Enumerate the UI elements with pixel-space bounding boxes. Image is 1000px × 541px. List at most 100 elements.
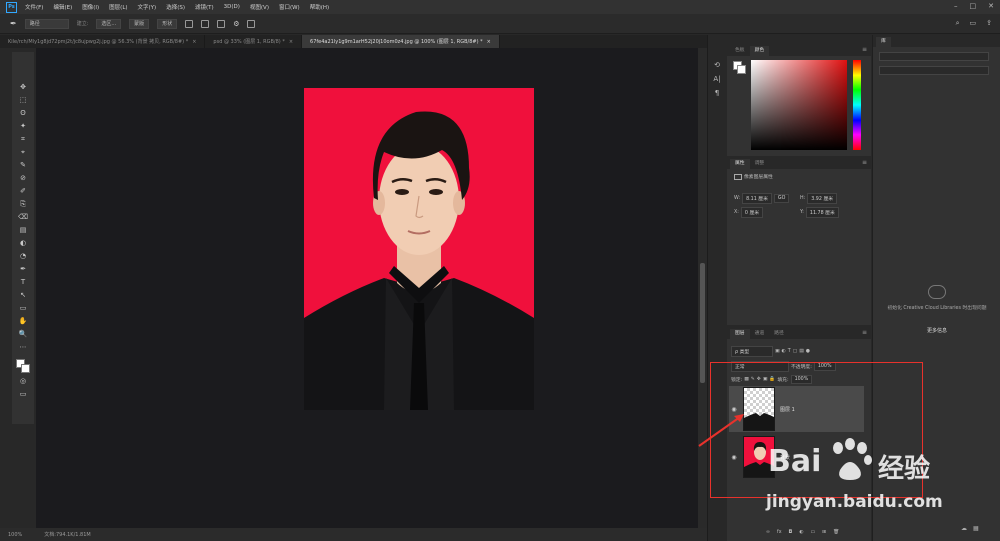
quick-mask-icon[interactable]: ◎ bbox=[18, 376, 28, 386]
filter-shape-icon[interactable]: ▢ bbox=[793, 349, 798, 354]
path-selection-tool-icon[interactable]: ↖ bbox=[18, 290, 28, 300]
tab-properties[interactable]: 属性 bbox=[730, 159, 750, 169]
maximize-button[interactable]: □ bbox=[970, 2, 977, 10]
panel-menu-icon[interactable]: ≡ bbox=[862, 329, 867, 336]
gradient-tool-icon[interactable]: ▤ bbox=[18, 225, 28, 235]
width-field[interactable]: 8.11 厘米 bbox=[742, 193, 772, 204]
tab-document-2[interactable]: psd @ 33% (图层 1, RGB/8) * × bbox=[205, 35, 303, 48]
marquee-tool-icon[interactable]: ⬚ bbox=[18, 95, 28, 105]
tab-channels[interactable]: 通道 bbox=[750, 329, 770, 339]
mode-select[interactable]: 路径 bbox=[24, 18, 69, 29]
mask-button[interactable]: 蒙版 bbox=[129, 18, 150, 29]
workspace-icon[interactable]: ▭ bbox=[970, 19, 977, 28]
menu-filter[interactable]: 滤镜(T) bbox=[195, 3, 214, 11]
x-field[interactable]: 0 厘米 bbox=[740, 207, 764, 218]
filter-type-icon[interactable]: T bbox=[788, 349, 791, 354]
menu-window[interactable]: 窗口(W) bbox=[279, 3, 300, 11]
move-tool-icon[interactable]: ✥ bbox=[18, 82, 28, 92]
dodge-tool-icon[interactable]: ◔ bbox=[18, 251, 28, 261]
library-search[interactable] bbox=[879, 66, 989, 75]
menu-help[interactable]: 帮助(H) bbox=[310, 3, 329, 11]
screen-mode-icon[interactable]: ▭ bbox=[18, 389, 28, 399]
menu-edit[interactable]: 编辑(E) bbox=[53, 3, 72, 11]
tab-paths[interactable]: 路径 bbox=[769, 329, 789, 339]
search-icon[interactable]: ⌕ bbox=[956, 19, 960, 28]
height-field[interactable]: 3.92 厘米 bbox=[807, 193, 838, 204]
tab-adjustments[interactable]: 调整 bbox=[750, 159, 770, 169]
pen-tool-icon[interactable]: ✒ bbox=[18, 264, 28, 274]
more-info-link[interactable]: 更多信息 bbox=[881, 327, 993, 334]
character-icon[interactable]: A| bbox=[713, 75, 720, 83]
color-swatches[interactable] bbox=[16, 359, 30, 373]
filter-adjustment-icon[interactable]: ◐ bbox=[782, 349, 786, 354]
eyedropper-tool-icon[interactable]: ⌖ bbox=[18, 147, 28, 157]
watermark-brand-cn: 经验 bbox=[878, 454, 931, 484]
filter-pixel-icon[interactable]: ▣ bbox=[775, 349, 780, 354]
height-row: H: 3.92 厘米 bbox=[800, 193, 838, 204]
close-button[interactable]: ✕ bbox=[988, 2, 994, 10]
gear-icon[interactable]: ⚙ bbox=[233, 20, 239, 28]
brush-tool-icon[interactable]: ⊘ bbox=[18, 173, 28, 183]
minimize-button[interactable]: – bbox=[954, 2, 958, 10]
menu-view[interactable]: 视图(V) bbox=[250, 3, 269, 11]
rectangle-tool-icon[interactable]: ▭ bbox=[18, 303, 28, 313]
paragraph-icon[interactable]: ¶ bbox=[715, 89, 719, 97]
lasso-tool-icon[interactable]: ʘ bbox=[18, 108, 28, 118]
tab-document-1[interactable]: Kile/rch/Mly1g8jd72pmj2t/jc8ujpwg2j.jpg … bbox=[0, 35, 206, 48]
document-size: 文档:794.1K/1.81M bbox=[44, 532, 91, 538]
tab-swatches[interactable]: 色板 bbox=[730, 46, 750, 56]
layer-filter-select[interactable]: ρ 类型 bbox=[731, 346, 773, 357]
eraser-tool-icon[interactable]: ⌫ bbox=[18, 212, 28, 222]
menu-image[interactable]: 图像(I) bbox=[82, 3, 99, 11]
history-icon[interactable]: ⟲ bbox=[714, 61, 720, 69]
portrait-photo[interactable] bbox=[304, 88, 534, 410]
color-panel-background[interactable] bbox=[737, 65, 746, 74]
library-select[interactable] bbox=[879, 52, 989, 61]
close-icon[interactable]: × bbox=[289, 39, 293, 45]
scrollbar-thumb[interactable] bbox=[700, 263, 705, 383]
share-icon[interactable]: ⇪ bbox=[986, 19, 992, 28]
shape-button[interactable]: 形状 bbox=[157, 18, 178, 29]
path-alignment-icon[interactable] bbox=[201, 19, 210, 28]
link-dimensions-icon[interactable]: GO bbox=[773, 194, 790, 203]
layer-filter-row: ρ 类型 ▣ ◐ T ▢ ▤ ● bbox=[731, 346, 810, 357]
menu-type[interactable]: 文字(Y) bbox=[138, 3, 157, 11]
filter-toggle-icon[interactable]: ● bbox=[806, 349, 810, 354]
align-edges-checkbox[interactable] bbox=[247, 19, 256, 28]
path-operations-icon[interactable] bbox=[185, 19, 194, 28]
close-icon[interactable]: × bbox=[487, 39, 491, 45]
y-field[interactable]: 11.78 厘米 bbox=[805, 207, 839, 218]
filter-smart-icon[interactable]: ▤ bbox=[799, 349, 804, 354]
crop-tool-icon[interactable]: ⌗ bbox=[18, 134, 28, 144]
close-icon[interactable]: × bbox=[192, 39, 196, 45]
path-arrangement-icon[interactable] bbox=[217, 19, 226, 28]
menu-file[interactable]: 文件(F) bbox=[25, 3, 43, 11]
tab-libraries[interactable]: 库 bbox=[876, 37, 891, 47]
history-brush-tool-icon[interactable]: ⎘ bbox=[18, 199, 28, 209]
more-tools-tool-icon[interactable]: ⋯ bbox=[18, 342, 28, 352]
hue-slider[interactable] bbox=[853, 60, 861, 150]
type-tool-icon[interactable]: T bbox=[18, 277, 28, 287]
blur-tool-icon[interactable]: ◐ bbox=[18, 238, 28, 248]
zoom-level[interactable]: 100% bbox=[8, 532, 22, 538]
color-picker-field[interactable] bbox=[751, 60, 847, 150]
y-label: Y: bbox=[800, 210, 804, 215]
selection-button[interactable]: 选区... bbox=[96, 18, 122, 29]
menu-3d[interactable]: 3D(D) bbox=[224, 4, 240, 10]
x-row: X: 0 厘米 bbox=[734, 207, 764, 218]
zoom-tool-icon[interactable]: 🔍 bbox=[18, 329, 28, 339]
tab-color[interactable]: 颜色 bbox=[749, 46, 770, 56]
healing-brush-tool-icon[interactable]: ✎ bbox=[18, 160, 28, 170]
tab-layers[interactable]: 图层 bbox=[730, 329, 750, 339]
tab-document-3[interactable]: 67fe4a21ly1g9m1arH52j20j10om0z4.jpg @ 10… bbox=[302, 35, 500, 48]
panel-menu-icon[interactable]: ≡ bbox=[862, 46, 867, 53]
hand-tool-icon[interactable]: ✋ bbox=[18, 316, 28, 326]
menu-layer[interactable]: 图层(L) bbox=[109, 3, 127, 11]
panel-menu-icon[interactable]: ≡ bbox=[862, 159, 867, 166]
menu-select[interactable]: 选择(S) bbox=[166, 3, 185, 11]
canvas-vertical-scrollbar[interactable] bbox=[698, 48, 707, 528]
background-color[interactable] bbox=[21, 364, 30, 373]
clone-stamp-tool-icon[interactable]: ✐ bbox=[18, 186, 28, 196]
pen-tool-preset-icon[interactable]: ✒ bbox=[10, 19, 17, 28]
magic-wand-tool-icon[interactable]: ✦ bbox=[18, 121, 28, 131]
